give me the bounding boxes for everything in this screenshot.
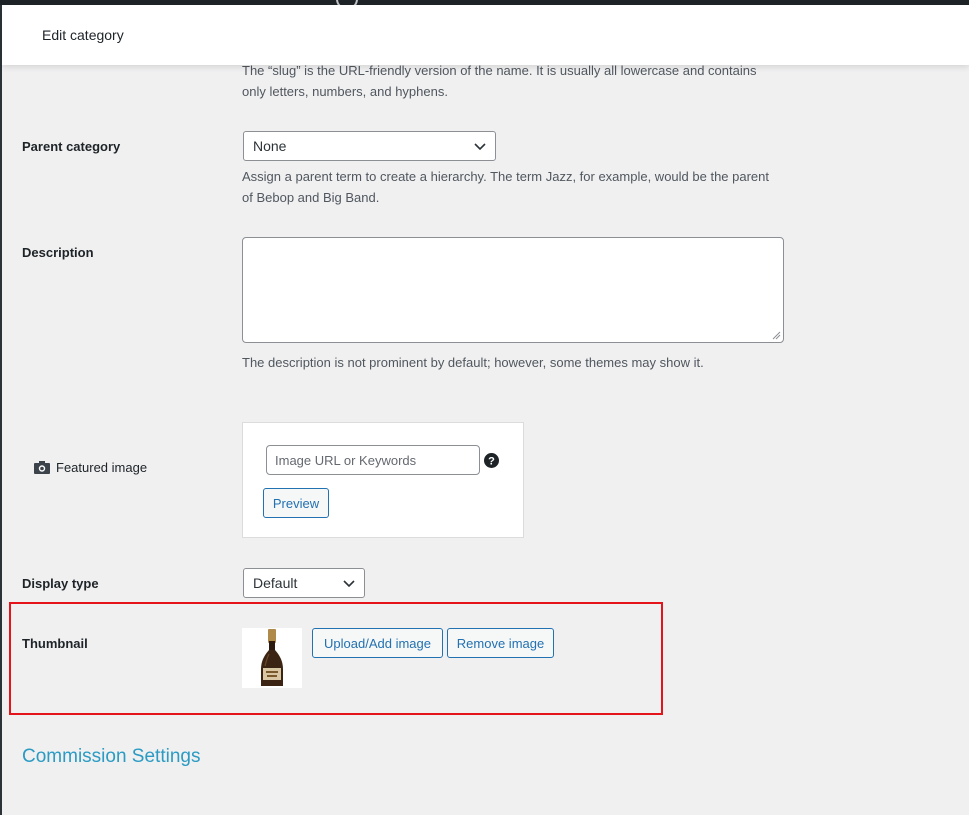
- parent-category-value: None: [253, 138, 287, 154]
- parent-category-select[interactable]: None: [243, 131, 496, 161]
- question-circle-icon[interactable]: ?: [484, 453, 499, 468]
- left-edge: [0, 5, 2, 815]
- description-textarea[interactable]: [242, 237, 784, 343]
- champagne-bottle-image: [261, 629, 283, 686]
- display-type-select[interactable]: Default: [243, 568, 365, 598]
- modal-header: Edit category: [2, 5, 969, 65]
- slug-description: The “slug” is the URL-friendly version o…: [242, 63, 757, 99]
- featured-image-panel: ? Preview: [242, 422, 524, 538]
- resize-grip-icon[interactable]: [772, 331, 781, 340]
- thumbnail-image: [242, 628, 302, 688]
- display-type-value: Default: [253, 575, 298, 591]
- commission-settings-heading: Commission Settings: [22, 746, 201, 767]
- upload-add-image-button[interactable]: Upload/Add image: [312, 628, 443, 658]
- description-label: Description: [22, 245, 94, 260]
- preview-button[interactable]: Preview: [263, 488, 329, 518]
- svg-text:?: ?: [488, 456, 495, 468]
- thumbnail-label: Thumbnail: [22, 636, 88, 651]
- camera-icon: [34, 461, 50, 474]
- featured-image-label: Featured image: [34, 460, 147, 475]
- thumbnail-highlight-box: [9, 602, 663, 715]
- page-title: Edit category: [42, 27, 124, 43]
- parent-category-label: Parent category: [22, 139, 121, 154]
- remove-image-button[interactable]: Remove image: [447, 628, 554, 658]
- display-type-label: Display type: [22, 576, 99, 591]
- chevron-down-icon: [343, 580, 355, 588]
- image-url-input[interactable]: [266, 445, 480, 475]
- description-help: The description is not prominent by defa…: [242, 355, 704, 370]
- chevron-down-icon: [474, 143, 486, 151]
- parent-category-description: Assign a parent term to create a hierarc…: [242, 169, 770, 205]
- featured-image-text: Featured image: [56, 460, 148, 475]
